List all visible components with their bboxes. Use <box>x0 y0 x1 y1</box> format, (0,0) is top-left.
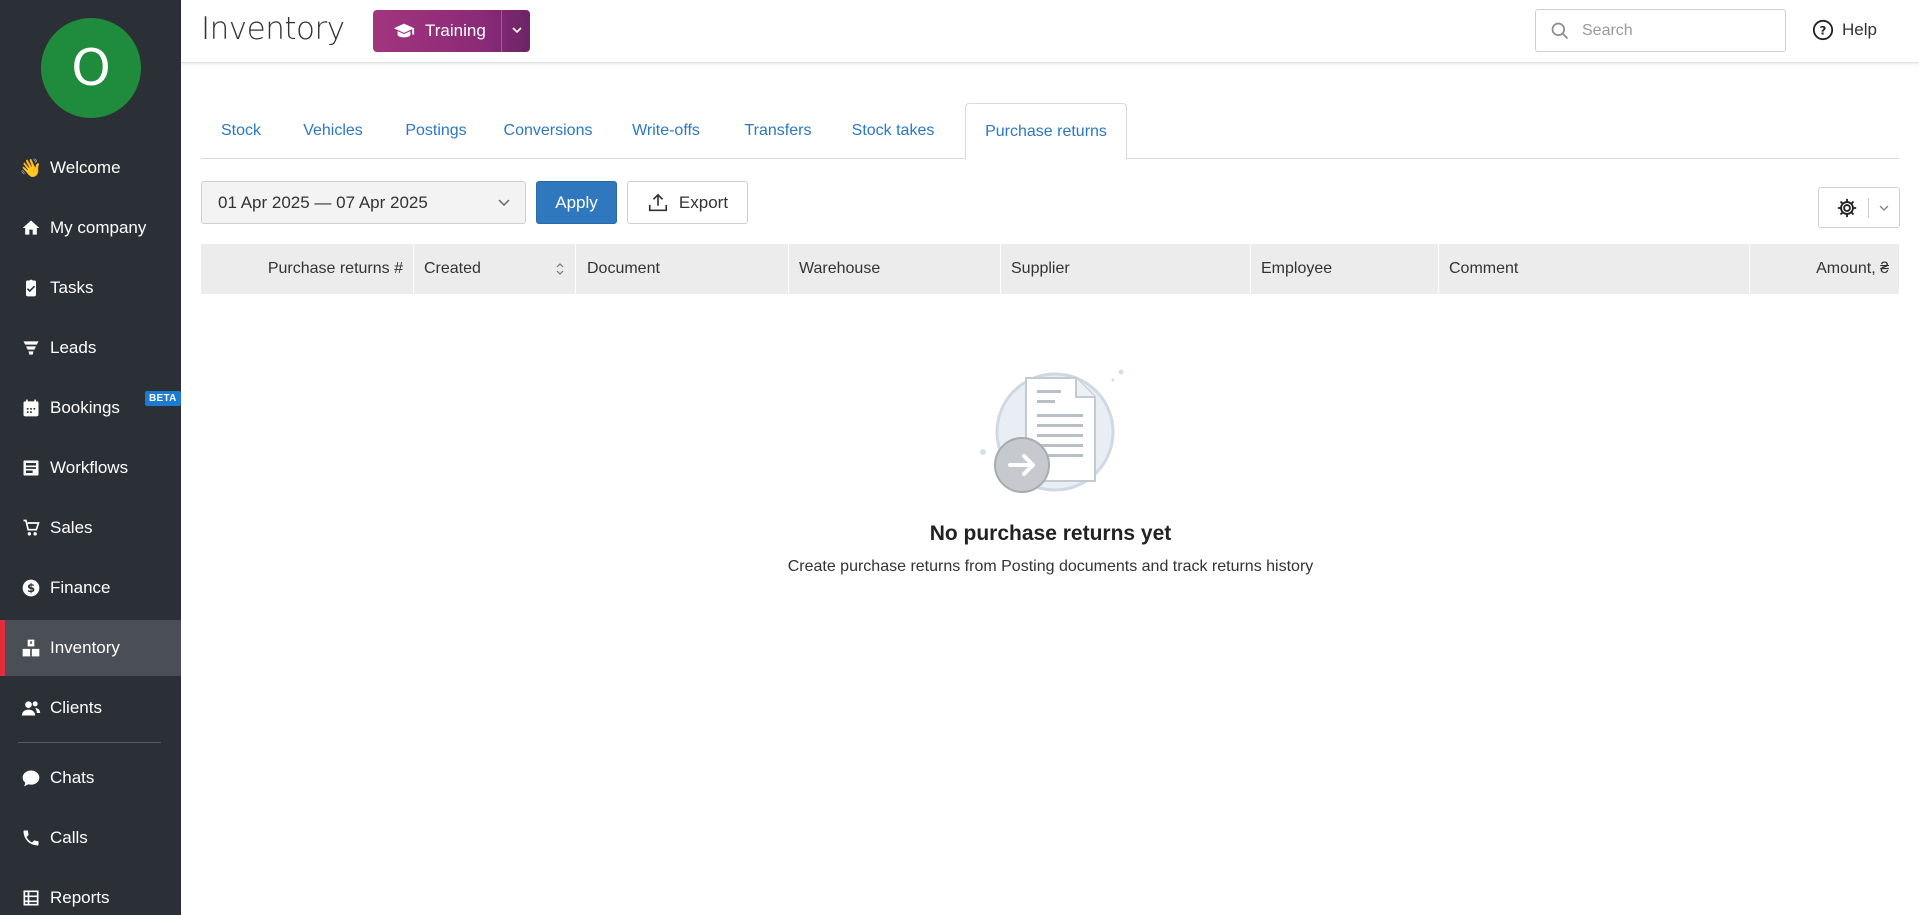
table-header: Purchase returns # Created Document Ware… <box>201 244 1899 294</box>
sidebar-item-finance[interactable]: $ Finance <box>0 560 181 616</box>
sidebar-item-calls[interactable]: Calls <box>0 810 181 866</box>
sidebar-item-label: Tasks <box>50 278 94 297</box>
training-label: Training <box>425 21 486 40</box>
tab-vehicles[interactable]: Vehicles <box>281 103 385 159</box>
inventory-tabs: Stock Vehicles Postings Conversions Writ… <box>201 103 1899 160</box>
funnel-icon <box>20 337 42 359</box>
sidebar-item-label: Bookings <box>50 398 120 417</box>
column-header-comment[interactable]: Comment <box>1439 244 1750 294</box>
sidebar-item-label: Clients <box>50 698 102 717</box>
tab-postings[interactable]: Postings <box>385 103 487 159</box>
clipboard-icon <box>20 277 42 299</box>
tab-purchase-returns[interactable]: Purchase returns <box>965 103 1127 160</box>
column-header-label: Created <box>424 260 481 277</box>
empty-document-illustration <box>980 369 1124 493</box>
chat-icon <box>20 767 42 789</box>
search-icon <box>1551 22 1569 39</box>
sidebar-item-clients[interactable]: Clients <box>0 680 181 736</box>
sidebar-item-label: Workflows <box>50 458 129 477</box>
help-icon: ? <box>1812 19 1834 41</box>
gear-icon <box>1837 198 1857 217</box>
sort-icon[interactable] <box>555 261 565 277</box>
tab-write-offs[interactable]: Write-offs <box>609 103 723 159</box>
report-icon <box>20 887 42 909</box>
tab-stock[interactable]: Stock <box>201 103 281 159</box>
sidebar-item-my-company[interactable]: My company <box>0 200 181 256</box>
chevron-down-icon[interactable] <box>1877 201 1891 215</box>
sidebar-item-label: My company <box>50 218 147 237</box>
help-link[interactable]: ? Help <box>1812 19 1877 41</box>
sidebar-item-chats[interactable]: Chats <box>0 750 181 806</box>
column-header-created[interactable]: Created <box>414 244 576 294</box>
beta-badge: BETA <box>145 391 181 406</box>
search-box[interactable] <box>1535 9 1786 52</box>
page-title: Inventory <box>201 11 345 47</box>
sidebar-item-workflows[interactable]: Workflows <box>0 440 181 496</box>
training-separator <box>501 10 502 52</box>
graduation-cap-icon <box>393 20 415 42</box>
column-header-warehouse[interactable]: Warehouse <box>789 244 1001 294</box>
phone-icon <box>20 827 42 849</box>
help-label: Help <box>1842 20 1877 39</box>
sidebar-item-tasks[interactable]: Tasks <box>0 260 181 316</box>
sidebar-item-reports[interactable]: Reports <box>0 870 181 915</box>
tab-stock-takes[interactable]: Stock takes <box>833 103 953 159</box>
sidebar-item-label: Sales <box>50 518 93 537</box>
waving-hand-icon: 👋 <box>19 157 43 178</box>
sidebar-item-welcome[interactable]: 👋 Welcome <box>0 140 181 196</box>
svg-text:$: $ <box>27 581 35 595</box>
dollar-icon: $ <box>20 577 42 599</box>
column-header-amount[interactable]: Amount, ₴ <box>1750 244 1899 294</box>
avatar[interactable]: O <box>41 18 141 118</box>
topbar: Inventory Training ? Help <box>181 0 1919 63</box>
sidebar-item-label: Leads <box>50 338 97 357</box>
column-header-document[interactable]: Document <box>576 244 789 294</box>
settings-separator <box>1868 197 1869 218</box>
sidebar-item-label: Calls <box>50 828 88 847</box>
column-header-purchase-returns-number[interactable]: Purchase returns # <box>201 244 414 294</box>
home-icon <box>20 217 42 239</box>
chevron-down-icon <box>498 199 510 207</box>
apply-button[interactable]: Apply <box>536 181 617 224</box>
sidebar-item-label: Welcome <box>50 158 121 177</box>
users-icon <box>20 697 42 719</box>
column-header-supplier[interactable]: Supplier <box>1001 244 1251 294</box>
date-range-select[interactable]: 01 Apr 2025 — 07 Apr 2025 <box>201 181 526 224</box>
sidebar-item-label: Inventory <box>50 638 120 657</box>
empty-state-subtitle: Create purchase returns from Posting doc… <box>787 558 1314 575</box>
empty-state-title: No purchase returns yet <box>929 522 1172 545</box>
sidebar-item-label: Chats <box>50 768 95 787</box>
chevron-down-icon[interactable] <box>509 22 525 38</box>
export-button[interactable]: Export <box>627 181 748 224</box>
column-header-employee[interactable]: Employee <box>1251 244 1439 294</box>
tab-conversions[interactable]: Conversions <box>487 103 609 159</box>
cart-icon <box>20 517 42 539</box>
search-input[interactable] <box>1582 21 1762 40</box>
sidebar-divider <box>18 742 161 743</box>
sidebar-item-label: Finance <box>50 578 111 597</box>
export-label: Export <box>678 192 729 212</box>
calendar-icon <box>20 397 42 419</box>
svg-text:?: ? <box>1820 24 1827 38</box>
date-range-value: 01 Apr 2025 — 07 Apr 2025 <box>218 192 428 212</box>
boxes-icon <box>20 637 42 659</box>
sidebar-item-label: Reports <box>50 888 110 907</box>
training-button[interactable]: Training <box>373 10 530 52</box>
sidebar-item-bookings[interactable]: Bookings BETA <box>0 380 181 436</box>
tab-transfers[interactable]: Transfers <box>723 103 833 159</box>
sidebar: O 👋 Welcome My company Tasks Leads Booki… <box>0 0 181 915</box>
sidebar-item-sales[interactable]: Sales <box>0 500 181 556</box>
sidebar-item-leads[interactable]: Leads <box>0 320 181 376</box>
upload-icon <box>648 193 667 211</box>
table-settings-button[interactable] <box>1818 187 1900 228</box>
workflow-icon <box>20 457 42 479</box>
sidebar-item-inventory[interactable]: Inventory <box>0 620 181 676</box>
